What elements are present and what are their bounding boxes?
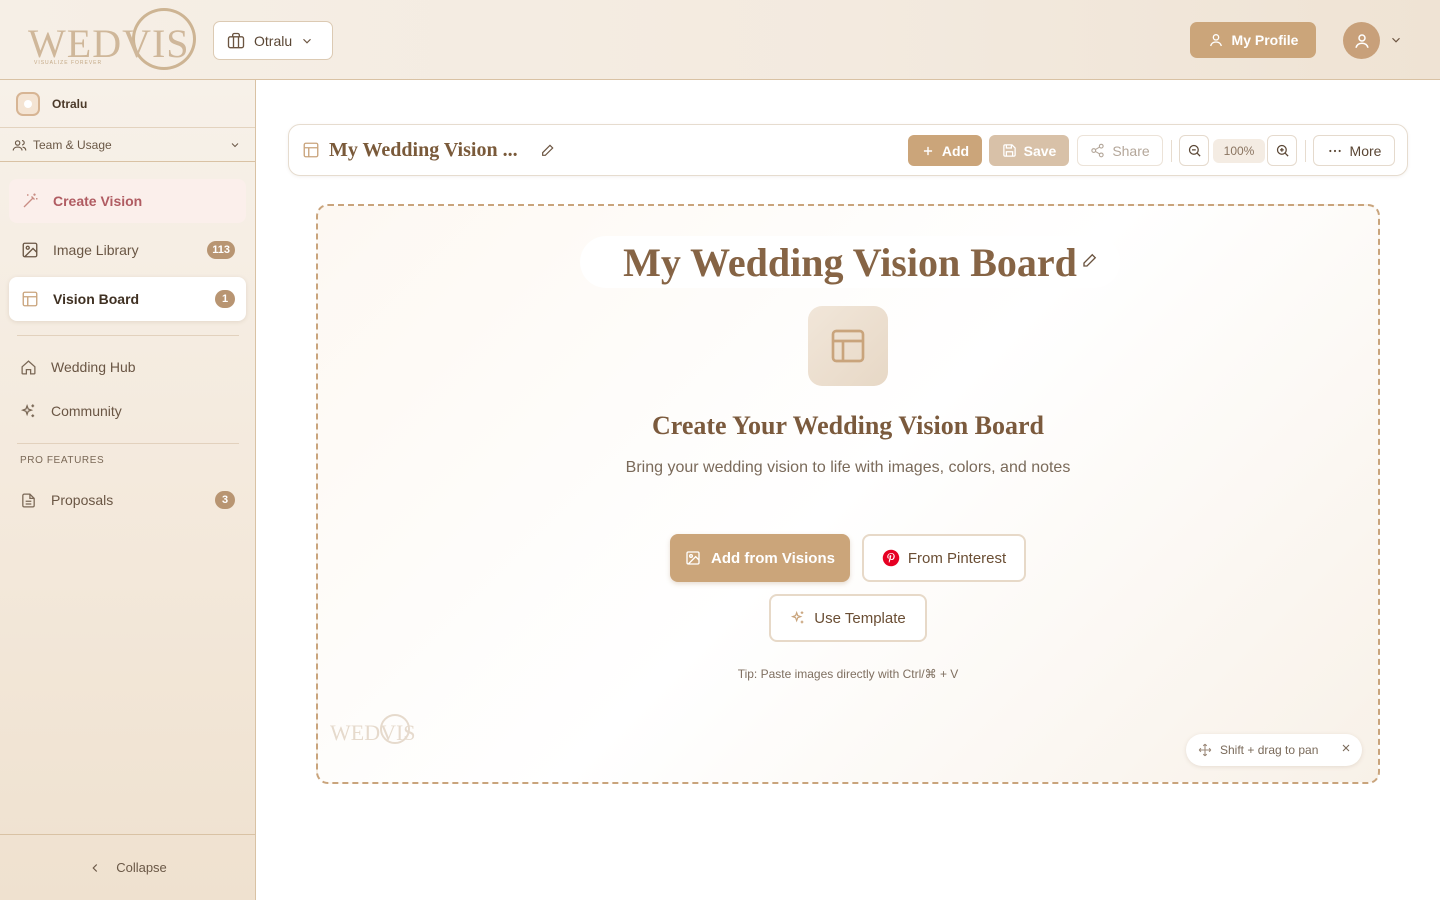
toolbar-divider [1171, 140, 1172, 162]
from-pinterest-button[interactable]: From Pinterest [862, 534, 1026, 582]
layout-icon [302, 141, 320, 159]
board-toolbar: My Wedding Vision ... Add Save Share 100… [288, 124, 1408, 176]
logo-tagline: VISUALIZE FOREVER [34, 60, 103, 66]
board-title[interactable]: My Wedding Vision Board [623, 239, 1077, 286]
zoom-out-icon [1187, 143, 1202, 158]
sidebar-item-wedding-hub[interactable]: Wedding Hub [9, 345, 246, 389]
collapse-label: Collapse [116, 860, 167, 875]
move-icon [1198, 743, 1212, 757]
share-button[interactable]: Share [1077, 135, 1163, 166]
my-profile-button[interactable]: My Profile [1190, 22, 1316, 58]
pinterest-icon [882, 549, 900, 567]
sidebar-item-community[interactable]: Community [9, 389, 246, 433]
user-icon [1353, 32, 1371, 50]
pan-hint-toast: Shift + drag to pan [1186, 734, 1362, 766]
user-icon [1208, 32, 1224, 48]
sidebar-item-vision-board[interactable]: Vision Board 1 [9, 277, 246, 321]
zoom-in-icon [1275, 143, 1290, 158]
home-icon [20, 359, 37, 376]
sidebar-item-label: Community [51, 403, 122, 419]
toolbar-divider [1305, 140, 1306, 162]
workspace-selector[interactable]: Otralu [213, 21, 333, 60]
watermark-text: WEDVIS [330, 720, 416, 745]
wedvis-logo[interactable]: WEDVIS VISUALIZE FOREVER [24, 8, 196, 72]
chevron-left-icon [88, 861, 102, 875]
sparkles-icon [790, 610, 806, 626]
sidebar-divider [17, 443, 239, 444]
vision-board-canvas[interactable]: My Wedding Vision Board Create Your Wedd… [316, 204, 1380, 784]
image-icon [21, 241, 39, 259]
sidebar-item-label: Wedding Hub [51, 359, 136, 375]
share-label: Share [1112, 142, 1150, 159]
sidebar-item-create-vision[interactable]: Create Vision [9, 179, 246, 223]
zoom-level[interactable]: 100% [1213, 139, 1265, 163]
plus-icon [921, 144, 935, 158]
magic-wand-icon [21, 192, 39, 210]
board-title-truncated[interactable]: My Wedding Vision ... [329, 139, 518, 162]
from-pinterest-label: From Pinterest [907, 549, 1007, 567]
pencil-icon[interactable] [540, 142, 556, 158]
use-template-label: Use Template [814, 609, 906, 627]
save-label: Save [1023, 142, 1057, 159]
pro-features-label: PRO FEATURES [20, 455, 105, 466]
sparkles-icon [20, 403, 37, 420]
zoom-in-button[interactable] [1267, 135, 1297, 166]
more-dots-icon [1327, 143, 1343, 159]
sidebar-divider [17, 335, 239, 336]
add-from-visions-label: Add from Visions [711, 549, 835, 567]
paste-tip: Tip: Paste images directly with Ctrl/⌘ +… [737, 667, 959, 681]
avatar[interactable] [1343, 22, 1380, 59]
layout-icon [21, 290, 39, 308]
board-title-container[interactable]: My Wedding Vision Board [580, 236, 1120, 288]
more-label: More [1349, 142, 1382, 159]
count-badge: 1 [215, 290, 235, 308]
wedvis-watermark: WEDVIS [330, 714, 416, 750]
add-button[interactable]: Add [908, 135, 982, 166]
chevron-down-icon[interactable] [1389, 33, 1403, 47]
collapse-sidebar-button[interactable]: Collapse [0, 834, 255, 900]
save-button[interactable]: Save [989, 135, 1069, 166]
chevron-down-icon [300, 34, 314, 48]
share-icon [1090, 143, 1105, 158]
count-badge: 113 [207, 241, 235, 259]
sidebar-item-label: Create Vision [53, 193, 143, 209]
pencil-icon[interactable] [1081, 251, 1099, 269]
sidebar-workspace-name: Otralu [52, 96, 88, 111]
layout-icon [808, 306, 888, 386]
sidebar-item-image-library[interactable]: Image Library 113 [9, 228, 246, 272]
empty-state-heading: Create Your Wedding Vision Board [652, 411, 1044, 440]
top-header: WEDVIS VISUALIZE FOREVER Otralu My Profi… [0, 0, 1440, 80]
count-badge: 3 [215, 491, 235, 509]
close-icon[interactable] [1340, 742, 1352, 754]
zoom-out-button[interactable] [1179, 135, 1209, 166]
workspace-avatar-icon [16, 91, 40, 116]
empty-state-description: Bring your wedding vision to life with i… [625, 459, 1071, 476]
add-label: Add [941, 142, 970, 159]
users-icon [12, 138, 27, 153]
chevron-down-icon [229, 139, 241, 151]
briefcase-icon [226, 31, 246, 51]
more-button[interactable]: More [1313, 135, 1395, 166]
add-from-visions-button[interactable]: Add from Visions [670, 534, 850, 582]
pan-hint-text: Shift + drag to pan [1220, 743, 1319, 757]
sidebar: Otralu Team & Usage Create Vision Image … [0, 80, 256, 900]
team-usage-label: Team & Usage [33, 138, 112, 152]
my-profile-label: My Profile [1231, 32, 1299, 48]
sidebar-item-proposals[interactable]: Proposals 3 [9, 478, 246, 522]
team-usage-toggle[interactable]: Team & Usage [0, 129, 255, 162]
image-icon [685, 550, 701, 566]
use-template-button[interactable]: Use Template [769, 594, 927, 642]
save-icon [1002, 143, 1017, 158]
document-icon [20, 492, 37, 509]
workspace-selector-label: Otralu [254, 32, 293, 49]
sidebar-workspace[interactable]: Otralu [0, 80, 255, 128]
